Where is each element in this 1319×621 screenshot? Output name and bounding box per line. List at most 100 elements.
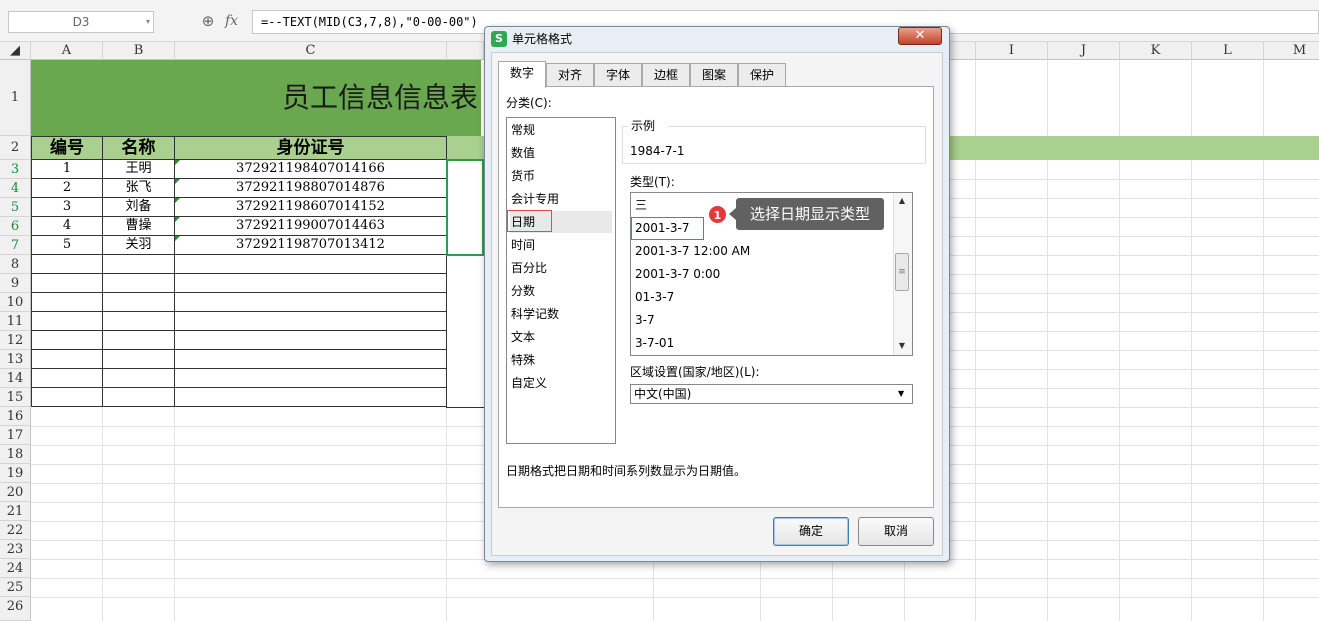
tab-font[interactable]: 字体 <box>594 63 642 87</box>
table-cell[interactable] <box>174 293 447 312</box>
table-cell[interactable] <box>102 312 175 331</box>
type-item[interactable]: 3-7-01 <box>635 332 885 354</box>
column-header-h[interactable] <box>950 42 976 60</box>
type-item[interactable]: 2001-3-7 0:00 <box>635 263 885 285</box>
column-header-k[interactable]: K <box>1120 42 1192 60</box>
row-header-24[interactable]: 24 <box>0 559 31 578</box>
column-header-b[interactable]: B <box>103 42 175 60</box>
row-header-9[interactable]: 9 <box>0 274 31 293</box>
row-header-8[interactable]: 8 <box>0 255 31 274</box>
table-cell[interactable] <box>174 369 447 388</box>
table-cell[interactable] <box>31 350 103 369</box>
table-cell[interactable] <box>31 274 103 293</box>
table-cell[interactable] <box>102 331 175 350</box>
column-header-j[interactable]: J <box>1048 42 1120 60</box>
cancel-button[interactable]: 取消 <box>858 517 934 546</box>
table-cell[interactable] <box>102 274 175 293</box>
row-header-7[interactable]: 7 <box>0 236 31 255</box>
table-cell[interactable] <box>31 293 103 312</box>
table-cell[interactable] <box>31 331 103 350</box>
column-header-d[interactable] <box>447 42 484 60</box>
scroll-thumb[interactable]: ≡ <box>895 253 909 291</box>
column-header-a[interactable]: A <box>31 42 103 60</box>
row-header-20[interactable]: 20 <box>0 483 31 502</box>
table-cell-idcard[interactable]: 372921198707013412 <box>174 236 447 255</box>
table-cell-idcard[interactable]: 372921199007014463 <box>174 217 447 236</box>
scroll-down-icon[interactable]: ▼ <box>896 341 908 351</box>
row-header-18[interactable]: 18 <box>0 445 31 464</box>
tab-number[interactable]: 数字 <box>498 61 546 88</box>
table-cell-id[interactable]: 2 <box>31 179 103 198</box>
column-header-c[interactable]: C <box>175 42 447 60</box>
table-cell-id[interactable]: 5 <box>31 236 103 255</box>
table-cell[interactable] <box>102 255 175 274</box>
table-cell[interactable] <box>31 255 103 274</box>
column-header-i[interactable]: I <box>976 42 1048 60</box>
table-cell[interactable] <box>102 388 175 407</box>
header-cell-idcard[interactable]: 身份证号 <box>174 136 447 160</box>
table-cell-name[interactable]: 王明 <box>102 160 175 179</box>
table-cell[interactable] <box>31 388 103 407</box>
tab-protection[interactable]: 保护 <box>738 63 786 87</box>
row-header-16[interactable]: 16 <box>0 407 31 426</box>
category-item[interactable]: 科学记数 <box>510 303 612 325</box>
table-cell[interactable] <box>31 312 103 331</box>
table-cell-idcard[interactable]: 372921198807014876 <box>174 179 447 198</box>
tab-alignment[interactable]: 对齐 <box>546 63 594 87</box>
category-item[interactable]: 自定义 <box>510 372 612 394</box>
row-header-11[interactable]: 11 <box>0 312 31 331</box>
close-button[interactable]: ✕ <box>898 27 942 45</box>
row-header-19[interactable]: 19 <box>0 464 31 483</box>
table-cell[interactable] <box>31 369 103 388</box>
table-cell-name[interactable]: 刘备 <box>102 198 175 217</box>
row-header-6[interactable]: 6 <box>0 217 31 236</box>
row-header-1[interactable]: 1 <box>0 60 31 136</box>
type-item[interactable]: 01-3-7 <box>635 286 885 308</box>
row-header-14[interactable]: 14 <box>0 369 31 388</box>
header-cell-name[interactable]: 名称 <box>102 136 175 160</box>
row-header-17[interactable]: 17 <box>0 426 31 445</box>
tab-border[interactable]: 边框 <box>642 63 690 87</box>
row-header-5[interactable]: 5 <box>0 198 31 217</box>
category-item[interactable]: 会计专用 <box>510 188 612 210</box>
chevron-down-icon[interactable]: ▼ <box>898 389 908 399</box>
column-header-l[interactable]: L <box>1192 42 1264 60</box>
cell-selection-range[interactable] <box>446 159 484 256</box>
table-cell-name[interactable]: 关羽 <box>102 236 175 255</box>
region-select[interactable]: 中文(中国) <box>630 384 913 404</box>
table-cell[interactable] <box>174 388 447 407</box>
table-cell[interactable] <box>174 255 447 274</box>
table-cell[interactable] <box>102 293 175 312</box>
category-item[interactable]: 特殊 <box>510 349 612 371</box>
category-item[interactable]: 文本 <box>510 326 612 348</box>
category-item[interactable]: 货币 <box>510 165 612 187</box>
table-cell[interactable] <box>174 312 447 331</box>
zoom-icon[interactable]: ⊕ <box>198 11 218 31</box>
row-header-4[interactable]: 4 <box>0 179 31 198</box>
table-cell[interactable] <box>174 331 447 350</box>
type-item[interactable]: 2001-3-7 12:00 AM <box>635 240 885 262</box>
row-header-3[interactable]: 3 <box>0 160 31 179</box>
table-cell[interactable] <box>174 274 447 293</box>
scroll-up-icon[interactable]: ▲ <box>896 196 908 206</box>
table-cell-id[interactable]: 1 <box>31 160 103 179</box>
row-header-12[interactable]: 12 <box>0 331 31 350</box>
table-cell[interactable] <box>102 350 175 369</box>
select-all-corner[interactable]: ◢ <box>0 42 31 60</box>
name-box[interactable]: D3 ▾ <box>8 11 154 33</box>
category-item[interactable]: 百分比 <box>510 257 612 279</box>
table-cell-idcard[interactable]: 372921198607014152 <box>174 198 447 217</box>
tab-pattern[interactable]: 图案 <box>690 63 738 87</box>
table-cell[interactable] <box>174 350 447 369</box>
row-header-2[interactable]: 2 <box>0 136 31 160</box>
table-cell-id[interactable]: 3 <box>31 198 103 217</box>
row-header-21[interactable]: 21 <box>0 502 31 521</box>
table-cell-name[interactable]: 曹操 <box>102 217 175 236</box>
table-cell-name[interactable]: 张飞 <box>102 179 175 198</box>
category-item[interactable]: 时间 <box>510 234 612 256</box>
row-header-26[interactable]: 26 <box>0 597 31 621</box>
row-header-13[interactable]: 13 <box>0 350 31 369</box>
row-header-23[interactable]: 23 <box>0 540 31 559</box>
fx-icon[interactable]: fx <box>225 10 245 32</box>
name-box-dropdown-icon[interactable]: ▾ <box>146 12 150 32</box>
